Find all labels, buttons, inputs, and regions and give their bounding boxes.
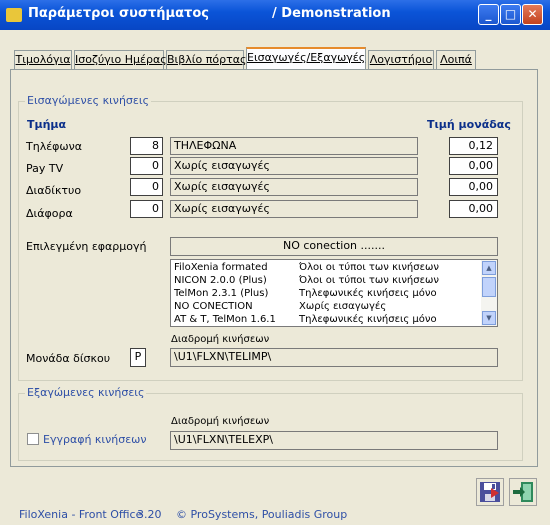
list-item[interactable]: FiloXenia formated Όλοι οι τύποι των κινή… [174, 262, 439, 274]
dept-code-internet[interactable]: 0 [130, 178, 163, 196]
row-label-phones: Τηλέφωνα [26, 140, 83, 153]
window-title: Παράμετροι συστήματος [28, 6, 209, 21]
maximize-button[interactable]: □ [500, 4, 521, 25]
list-item[interactable]: AT & T, TelMon 1.6.1 Τηλεφωνικές κινήσεις… [174, 314, 437, 326]
unit-price-misc[interactable]: 0,00 [449, 200, 498, 218]
tab-accounting[interactable]: Λογιστήριο [368, 50, 434, 69]
dept-code-misc[interactable]: 0 [130, 200, 163, 218]
footer-version: 3.20 [137, 508, 162, 521]
unit-price-phones[interactable]: 0,12 [449, 137, 498, 155]
app-icon [6, 8, 22, 22]
record-movements-checkbox[interactable] [27, 433, 39, 445]
settings-window: Παράμετροι συστήματος / Demonstration _ … [0, 0, 550, 525]
exports-group: Εξαγώμενες κινήσεις [18, 386, 523, 461]
tab-door-book[interactable]: Βιβλίο πόρτας [166, 50, 246, 69]
record-movements-label[interactable]: Εγγραφή κινήσεων [43, 433, 147, 446]
scroll-up-icon[interactable]: ▲ [482, 261, 496, 275]
title-bar[interactable]: Παράμετροι συστήματος / Demonstration _ … [0, 0, 550, 30]
row-label-paytv: Pay TV [26, 162, 64, 175]
exit-button[interactable] [509, 478, 537, 506]
save-button[interactable] [476, 478, 504, 506]
imports-group-title: Εισαγώμενες κινήσεις [25, 94, 152, 107]
dept-desc-misc: Χωρίς εισαγωγές [170, 200, 418, 218]
row-label-internet: Διαδίκτυο [26, 184, 82, 197]
export-path-label: Διαδρομή κινήσεων [171, 416, 270, 427]
selected-app-label: Επιλεγμένη εφαρμογή [26, 240, 147, 253]
dept-code-phones[interactable]: 8 [130, 137, 163, 155]
scroll-thumb[interactable] [482, 277, 496, 297]
row-label-misc: Διάφορα [26, 207, 73, 220]
export-path-field[interactable]: \U1\FLXN\TELEXP\ [170, 431, 498, 450]
window-subtitle: / Demonstration [272, 6, 391, 21]
footer-app-name: FiloXenia - Front Office [19, 508, 143, 521]
unit-price-internet[interactable]: 0,00 [449, 178, 498, 196]
list-item[interactable]: NO CONECTION Χωρίς εισαγωγές [174, 301, 386, 313]
list-scrollbar[interactable]: ▲ ▼ [481, 260, 497, 326]
list-item[interactable]: NICON 2.0.0 (Plus) Όλοι οι τύποι των κινή… [174, 275, 439, 287]
disk-drive-input[interactable]: P [130, 348, 146, 367]
dept-header: Τμήμα [27, 118, 67, 131]
import-path-label: Διαδρομή κινήσεων [171, 334, 270, 345]
exit-door-icon [513, 482, 533, 502]
dept-desc-paytv: Χωρίς εισαγωγές [170, 157, 418, 175]
list-item[interactable]: TelMon 2.3.1 (Plus) Τηλεφωνικές κινήσεις … [174, 288, 437, 300]
close-button[interactable]: ✕ [522, 4, 543, 25]
disk-label: Μονάδα δίσκου [26, 352, 111, 365]
app-listbox[interactable]: FiloXenia formated Όλοι οι τύποι των κινή… [170, 259, 498, 327]
selected-app-display: NO conection ....... [170, 237, 498, 256]
minimize-button[interactable]: _ [478, 4, 499, 25]
price-header: Τιμή μονάδας [427, 118, 511, 131]
dept-desc-phones: ΤΗΛΕΦΩΝΑ [170, 137, 418, 155]
footer-copyright: © ProSystems, Pouliadis Group [176, 508, 348, 521]
dept-desc-internet: Χωρίς εισαγωγές [170, 178, 418, 196]
tab-other[interactable]: Λοιπά [436, 50, 476, 69]
tab-day-balance[interactable]: Ισοζύγιο Ημέρας [74, 50, 167, 69]
import-path-field[interactable]: \U1\FLXN\TELIMP\ [170, 348, 498, 367]
tab-import-export[interactable]: Εισαγωγές/Εξαγωγές [246, 47, 366, 70]
scroll-down-icon[interactable]: ▼ [482, 311, 496, 325]
dept-code-paytv[interactable]: 0 [130, 157, 163, 175]
save-disk-icon [480, 482, 500, 502]
unit-price-paytv[interactable]: 0,00 [449, 157, 498, 175]
tab-invoices[interactable]: Τιμολόγια [14, 50, 72, 69]
exports-group-title: Εξαγώμενες κινήσεις [25, 386, 147, 399]
